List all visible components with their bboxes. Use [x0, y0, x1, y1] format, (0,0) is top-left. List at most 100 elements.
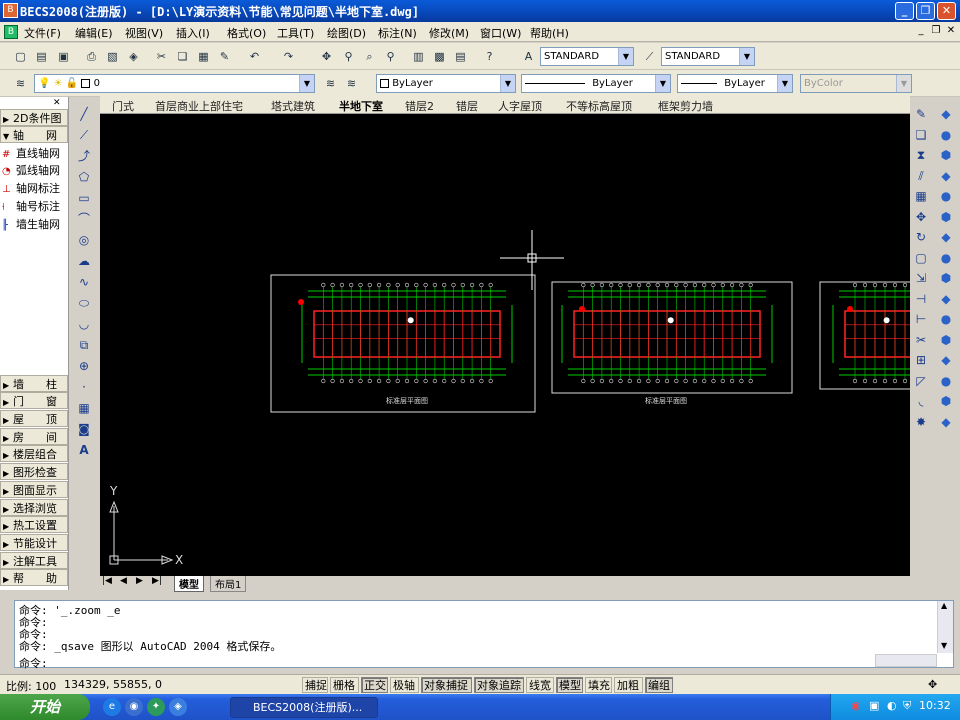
tab-frame-shear-wall[interactable]: 框架剪力墙: [658, 98, 713, 114]
linetype-combo[interactable]: ByLayer ▼: [521, 74, 671, 93]
menu-modify[interactable]: 修改(M): [429, 25, 469, 41]
panel-header-grid[interactable]: ▼ 轴 网: [0, 126, 68, 143]
menu-draw[interactable]: 绘图(D): [327, 25, 366, 41]
toggle-9[interactable]: 加粗: [614, 677, 643, 693]
point-icon[interactable]: ·: [75, 378, 93, 397]
toggle-10[interactable]: 编组: [645, 677, 673, 693]
title-bar[interactable]: B BECS2008(注册版) - [D:\LY演示资料\节能\常见问题\半地下…: [0, 0, 960, 22]
zoom-window-icon[interactable]: ⌕: [361, 48, 378, 65]
menu-tools[interactable]: 工具(T): [277, 25, 314, 41]
arc-icon[interactable]: ⌒: [75, 210, 93, 229]
menu-format[interactable]: 格式(O): [227, 25, 266, 41]
toggle-5[interactable]: 对象追踪: [474, 677, 524, 693]
fillet-icon[interactable]: ◟: [912, 392, 930, 411]
pan-icon[interactable]: ✥: [318, 48, 335, 65]
new-file-icon[interactable]: ▢: [12, 48, 29, 65]
panel-item-wall-grid[interactable]: ╟ 墙生轴网: [0, 216, 68, 233]
tab-semi-basement[interactable]: 半地下室: [339, 98, 383, 114]
polygon-icon[interactable]: ⬠: [75, 168, 93, 187]
tab-portal[interactable]: 门式: [112, 98, 134, 114]
offset-icon[interactable]: ⫽: [912, 167, 930, 186]
3d-tool-icon[interactable]: ●: [937, 372, 955, 391]
open-file-icon[interactable]: ▤: [33, 48, 50, 65]
3d-tool-icon[interactable]: ◆: [937, 105, 955, 124]
ellipse-icon[interactable]: ⬭: [75, 294, 93, 313]
panel-item-axis-number[interactable]: ⍿ 轴号标注: [0, 198, 68, 215]
toggle-8[interactable]: 填充: [585, 677, 612, 693]
menu-edit[interactable]: 编辑(E): [75, 25, 113, 41]
3d-tool-icon[interactable]: ⬢: [937, 331, 955, 350]
spline-icon[interactable]: ∿: [75, 273, 93, 292]
tab-split-level-2[interactable]: 错层2: [405, 98, 434, 114]
prev-tab-icon[interactable]: ◀: [120, 576, 127, 586]
undo-icon[interactable]: ↶: [246, 48, 263, 65]
scroll-up-icon[interactable]: ▲: [941, 601, 947, 610]
properties-icon[interactable]: ▥: [410, 48, 427, 65]
copy-icon[interactable]: ❏: [174, 48, 191, 65]
break-icon[interactable]: ✂: [912, 331, 930, 350]
doc-minimize-button[interactable]: _: [914, 25, 928, 38]
tab-gable-roof[interactable]: 人字屋顶: [498, 98, 542, 114]
3d-tool-icon[interactable]: ●: [937, 126, 955, 145]
network-icon[interactable]: ✦: [147, 698, 165, 716]
tray-network-icon[interactable]: ▣: [869, 699, 879, 712]
panel-header-browse[interactable]: ▶ 选择浏览: [0, 499, 68, 516]
save-icon[interactable]: ▣: [55, 48, 72, 65]
hatch-icon[interactable]: ▦: [75, 399, 93, 418]
ie-icon[interactable]: e: [103, 698, 121, 716]
menu-help[interactable]: 帮助(H): [530, 25, 569, 41]
tray-security-icon[interactable]: ⛨: [903, 699, 911, 713]
panel-header-2d[interactable]: ▶ 2D条件图: [0, 109, 68, 126]
toggle-6[interactable]: 线宽: [526, 677, 554, 693]
ellipse-arc-icon[interactable]: ◡: [75, 315, 93, 334]
3d-tool-icon[interactable]: ●: [937, 187, 955, 206]
last-tab-icon[interactable]: ▶|: [152, 576, 162, 586]
chevron-down-icon[interactable]: ▼: [739, 48, 754, 65]
panel-header-door[interactable]: ▶ 门 窗: [0, 392, 68, 409]
layer-combo[interactable]: 💡 ☀ 🔓 0 ▼: [34, 74, 315, 93]
plotstyle-combo[interactable]: ByColor ▼: [800, 74, 912, 93]
tab-model[interactable]: 模型: [174, 576, 204, 592]
menu-dimension[interactable]: 标注(N): [378, 25, 417, 41]
close-button[interactable]: ✕: [937, 2, 956, 20]
move-icon[interactable]: ✥: [912, 208, 930, 227]
panel-item-axis-dim[interactable]: ⊥ 轴网标注: [0, 180, 68, 197]
join-icon[interactable]: ⊞: [912, 351, 930, 370]
toggle-4[interactable]: 对象捕捉: [421, 677, 472, 693]
command-hscrollbar[interactable]: [875, 654, 937, 667]
next-tab-icon[interactable]: ▶: [136, 576, 143, 586]
zoom-realtime-icon[interactable]: ⚲: [340, 48, 357, 65]
command-scrollbar[interactable]: ▲ ▼: [937, 601, 953, 653]
paste-icon[interactable]: ▦: [195, 48, 212, 65]
3d-tool-icon[interactable]: ⬢: [937, 146, 955, 165]
layer-manager-icon[interactable]: ≋: [12, 75, 29, 92]
tab-layout1[interactable]: 布局1: [210, 576, 247, 592]
chevron-down-icon[interactable]: ▼: [299, 75, 314, 92]
color-combo[interactable]: ByLayer ▼: [376, 74, 516, 93]
panel-item-straight-grid[interactable]: # 直线轴网: [0, 145, 68, 162]
redo-icon[interactable]: ↷: [280, 48, 297, 65]
document-icon[interactable]: B: [4, 25, 18, 39]
3d-tool-icon[interactable]: ◆: [937, 228, 955, 247]
tray-volume-icon[interactable]: ◐: [887, 699, 897, 712]
plot-icon[interactable]: ⎙: [83, 48, 100, 65]
minimize-button[interactable]: _: [895, 2, 914, 20]
panel-header-annotate[interactable]: ▶ 注解工具: [0, 552, 68, 569]
panel-header-energy[interactable]: ▶ 节能设计: [0, 534, 68, 551]
3d-tool-icon[interactable]: ⬢: [937, 269, 955, 288]
panel-header-display[interactable]: ▶ 图面显示: [0, 481, 68, 498]
rectangle-icon[interactable]: ▭: [75, 189, 93, 208]
taskbar-becs-window[interactable]: BECS2008(注册版)...: [230, 697, 378, 718]
panel-header-floor[interactable]: ▶ 楼层组合: [0, 445, 68, 462]
preview-icon[interactable]: ▧: [104, 48, 121, 65]
menu-view[interactable]: 视图(V): [125, 25, 163, 41]
doc-restore-button[interactable]: ❐: [929, 25, 943, 38]
panel-header-roof[interactable]: ▶ 屋 顶: [0, 410, 68, 427]
line-icon[interactable]: ╱: [75, 105, 93, 124]
3d-tool-icon[interactable]: ◆: [937, 290, 955, 309]
array-icon[interactable]: ▦: [912, 187, 930, 206]
mtext-icon[interactable]: A: [75, 441, 93, 460]
layer-previous-icon[interactable]: ≋: [343, 75, 360, 92]
first-tab-icon[interactable]: |◀: [102, 576, 112, 586]
tab-first-floor-commercial[interactable]: 首层商业上部住宅: [155, 98, 243, 114]
